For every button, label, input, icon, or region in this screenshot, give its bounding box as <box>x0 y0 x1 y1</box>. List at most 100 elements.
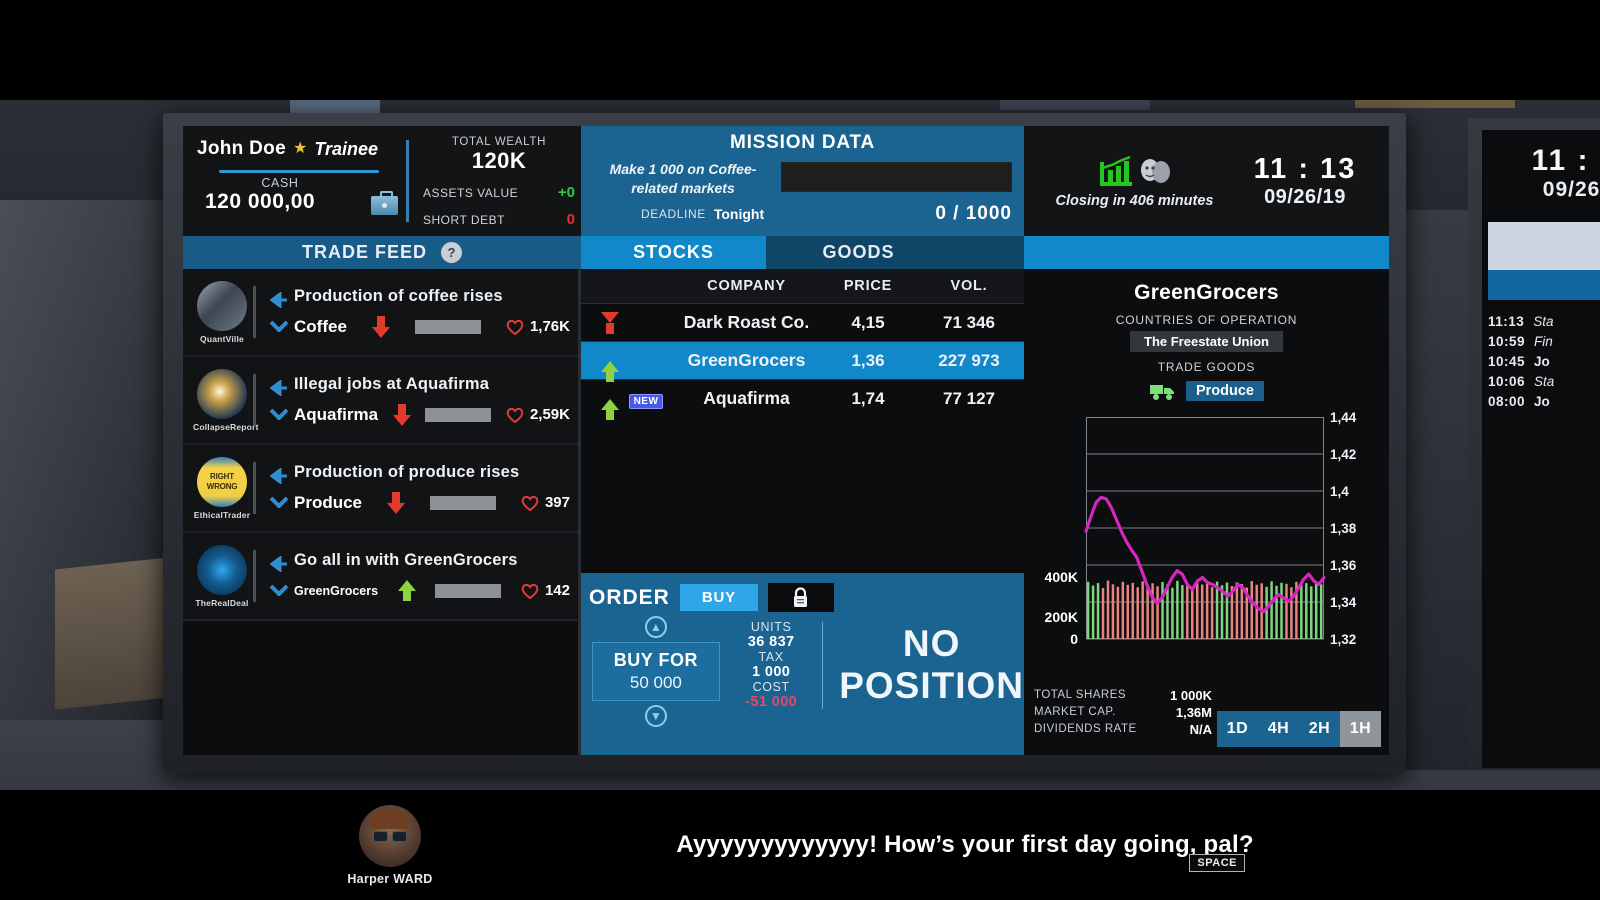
position-area: NO POSITION <box>839 616 1024 727</box>
pin-icon[interactable] <box>270 556 288 572</box>
list-item[interactable]: QuantVille Production of coffee rises Co… <box>183 269 578 357</box>
list-item[interactable]: 10:59 Fin <box>1488 332 1600 352</box>
divider <box>253 462 256 514</box>
chart-volume-bar <box>1146 585 1149 639</box>
buy-button[interactable]: BUY FOR 50 000 <box>591 642 720 701</box>
secondary-clock-time: 11 : 1 <box>1531 144 1600 177</box>
th-vol[interactable]: VOL. <box>914 278 1024 294</box>
tab-stocks[interactable]: STOCKS <box>581 236 766 269</box>
chevron-down-icon[interactable] <box>269 320 289 332</box>
countries-label: COUNTRIES OF OPERATION <box>1115 313 1298 327</box>
list-item[interactable]: CollapseReport Illegal jobs at Aquafirma <box>183 357 578 445</box>
tab-goods[interactable]: GOODS <box>766 236 951 269</box>
timeframe-2h[interactable]: 2H <box>1299 711 1340 747</box>
secondary-monitor-screen: 11 : 1 09/26/ 11:13 Sta 10:59 Fin 10:45 … <box>1482 130 1600 768</box>
timeframe-1h[interactable]: 1H <box>1340 711 1381 747</box>
trade-goods-label: TRADE GOODS <box>1157 360 1256 374</box>
list-item[interactable]: 11:13 Sta <box>1488 312 1600 332</box>
chart-volume-bar <box>1186 583 1189 639</box>
order-label: ORDER <box>589 585 670 609</box>
quantity-decrease-button[interactable]: ▼ <box>644 705 667 727</box>
total-shares-row: TOTAL SHARES 1 000K <box>1034 687 1212 704</box>
chevron-down-icon[interactable] <box>269 496 289 508</box>
price-chart[interactable]: 1,44 1,42 1,4 1,38 1,36 1,34 1,32 400K 200K 0 <box>1024 407 1389 683</box>
trend-up-icon <box>397 579 416 602</box>
chart-y-tick-right: 1,34 <box>1330 595 1357 610</box>
avatar <box>359 804 421 867</box>
market-column: COMPANY PRICE VOL. Dark Roast Co. 4,15 7… <box>581 269 1024 755</box>
lock-icon <box>794 587 808 607</box>
total-wealth-value: 120K <box>471 148 527 173</box>
list-item[interactable]: 08:00 Jo <box>1488 392 1600 412</box>
log-time: 10:45 <box>1488 354 1526 369</box>
secondary-clock-date: 09/26/ <box>1542 178 1600 201</box>
mission-description: Make 1 000 on Coffee-related markets <box>609 161 757 196</box>
th-price[interactable]: PRICE <box>822 278 914 294</box>
dividends-label: DIVIDENDS RATE <box>1034 723 1137 735</box>
chart-y-tick-right: 1,32 <box>1330 632 1356 647</box>
chart-volume-bar <box>1151 583 1154 639</box>
table-row[interactable]: NEW Aquafirma 1,74 77 127 <box>581 379 1024 417</box>
chart-y-tick-right: 1,42 <box>1330 447 1356 462</box>
list-item[interactable]: TheRealDeal Go all in with GreenGrocers <box>183 533 578 621</box>
country-pill[interactable]: The Freestate Union <box>1130 331 1283 352</box>
list-item[interactable]: RIGHT WRONG EthicalTrader Production of … <box>183 445 578 533</box>
mission-panel: MISSION DATA Make 1 000 on Coffee-relate… <box>581 126 1024 236</box>
chart-volume-bar <box>1106 580 1110 639</box>
chart-volume-bar <box>1195 581 1199 639</box>
chart-volume-bar <box>1200 584 1204 639</box>
avatar-text-line1: RIGHT <box>210 471 234 481</box>
briefcase-icon[interactable] <box>371 191 398 215</box>
help-icon[interactable]: ? <box>441 242 462 263</box>
pin-icon[interactable] <box>270 380 288 396</box>
chart-volume-bar <box>1280 582 1283 639</box>
chart-volume-bar <box>1191 586 1194 639</box>
short-debt-value: 0 <box>566 211 575 228</box>
row-company: GreenGrocers <box>687 350 806 370</box>
speaker-avatar: Harper WARD <box>330 804 450 886</box>
table-row[interactable]: GreenGrocers 1,36 227 973 <box>581 341 1024 379</box>
trade-good-pill[interactable]: Produce <box>1185 381 1264 401</box>
order-lock-button[interactable] <box>767 583 834 612</box>
chevron-down-icon[interactable] <box>269 584 289 596</box>
rank-star-icon: ★ <box>292 140 308 157</box>
order-stepper: ▲ BUY FOR 50 000 ▼ <box>581 616 731 727</box>
pin-icon[interactable] <box>270 292 288 308</box>
buy-button-label: BUY FOR <box>613 650 698 670</box>
secondary-blue-panel <box>1488 270 1600 300</box>
chart-volume-bar <box>1310 586 1313 639</box>
chart-volume-bar <box>1300 585 1303 639</box>
th-company[interactable]: COMPANY <box>671 278 822 294</box>
timeframe-1d[interactable]: 1D <box>1217 711 1258 747</box>
avatar-image <box>197 280 247 331</box>
chart-volume-bar <box>1181 585 1184 639</box>
order-buy-tab[interactable]: BUY <box>679 584 758 611</box>
chart-y-tick-right: 1,36 <box>1330 558 1357 573</box>
tab-trade-feed[interactable]: TRADE FEED ? <box>183 236 581 269</box>
chart-volume-bar <box>1205 583 1209 639</box>
censored-bar <box>435 583 502 598</box>
log-time: 11:13 <box>1488 314 1525 329</box>
total-shares-label: TOTAL SHARES <box>1034 689 1127 701</box>
pin-icon[interactable] <box>270 468 288 484</box>
list-item[interactable]: 10:06 Sta <box>1488 372 1600 392</box>
table-row[interactable]: Dark Roast Co. 4,15 71 346 <box>581 303 1024 341</box>
feed-headline: Go all in with GreenGrocers <box>294 550 518 569</box>
cost-label: COST <box>752 680 790 694</box>
avatar-text: RIGHT WRONG <box>197 457 247 507</box>
mission-progress-bar <box>781 162 1012 192</box>
chevron-down-icon[interactable] <box>269 408 289 420</box>
table-header: COMPANY PRICE VOL. <box>581 269 1024 303</box>
status-icons <box>1034 153 1235 189</box>
feed-subline: Aquafirma 2,59K <box>294 403 570 426</box>
censored-bar <box>425 407 492 422</box>
log-text: Sta <box>1534 374 1555 389</box>
timeframe-4h[interactable]: 4H <box>1258 711 1299 747</box>
divider <box>253 286 256 338</box>
quantity-increase-button[interactable]: ▲ <box>644 616 667 638</box>
list-item[interactable]: 10:45 Jo <box>1488 352 1600 372</box>
chart-volume-bar <box>1126 584 1130 639</box>
avatar-glasses <box>373 830 407 842</box>
continue-key-hint[interactable]: SPACE <box>1189 854 1245 872</box>
row-badge: NEW <box>621 389 671 409</box>
